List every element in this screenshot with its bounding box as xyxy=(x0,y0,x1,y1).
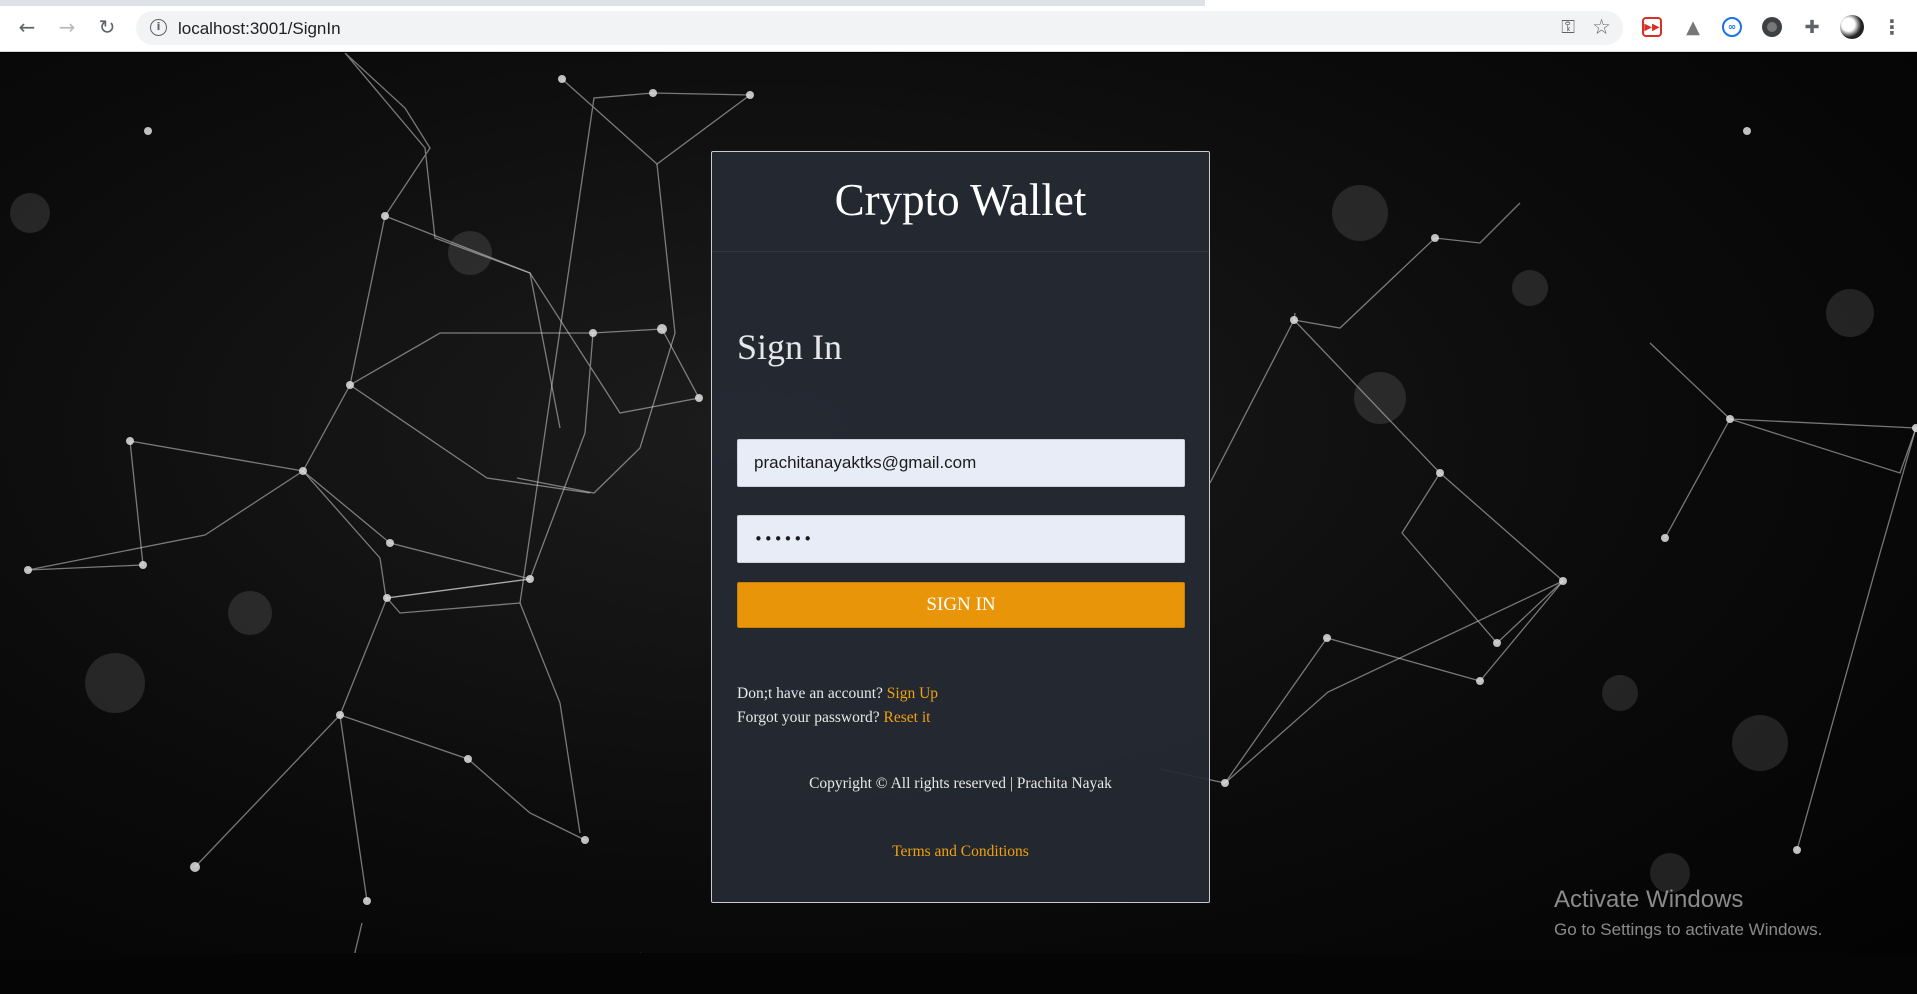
app-title: Crypto Wallet xyxy=(834,175,1087,225)
back-icon[interactable]: ← xyxy=(12,12,42,42)
windows-activation-watermark: Activate Windows Go to Settings to activ… xyxy=(1554,886,1822,940)
signup-prompt: Don;t have an account? Sign Up xyxy=(737,685,938,703)
signup-link[interactable]: Sign Up xyxy=(887,685,938,702)
profile-avatar[interactable] xyxy=(1840,15,1864,39)
watermark-title: Activate Windows xyxy=(1554,886,1744,913)
loop-extension-icon[interactable]: ∞ xyxy=(1722,17,1742,37)
site-info-icon[interactable]: i xyxy=(150,19,167,36)
active-tab-indicator xyxy=(1205,0,1917,6)
reload-icon[interactable]: ↻ xyxy=(92,12,122,42)
url-text[interactable]: localhost:3001/SignIn xyxy=(178,19,341,39)
browser-toolbar: ← → ↻ i localhost:3001/SignIn ⚿ ☆ ▶▶ ▲ ∞… xyxy=(0,0,1917,52)
address-bar[interactable]: i localhost:3001/SignIn ⚿ ☆ xyxy=(136,11,1623,45)
password-field[interactable] xyxy=(737,515,1185,563)
signin-card: Crypto Wallet Sign In SIGN IN Don;t have… xyxy=(711,151,1210,903)
card-header: Crypto Wallet xyxy=(712,152,1209,252)
forward-icon[interactable]: → xyxy=(52,12,82,42)
form-title: Sign In xyxy=(737,327,843,367)
forgot-password-text: Forgot your password? xyxy=(737,709,880,726)
signin-button[interactable]: SIGN IN xyxy=(737,582,1185,628)
copyright-text: Copyright © All rights reserved | Prachi… xyxy=(809,775,1112,792)
bottom-strip xyxy=(0,953,1917,994)
kebab-menu-icon[interactable]: ⋮ xyxy=(1882,15,1902,39)
puzzle-icon[interactable]: ✚ xyxy=(1802,17,1822,38)
red-extension-icon[interactable]: ▶▶ xyxy=(1642,17,1662,37)
key-icon[interactable]: ⚿ xyxy=(1561,17,1575,38)
page-background: Crypto Wallet Sign In SIGN IN Don;t have… xyxy=(0,53,1917,994)
reset-link[interactable]: Reset it xyxy=(884,709,931,726)
terms-link[interactable]: Terms and Conditions xyxy=(712,843,1209,861)
drive-icon[interactable]: ▲ xyxy=(1683,17,1703,38)
dark-extension-icon[interactable] xyxy=(1762,17,1782,37)
bookmark-star-icon[interactable]: ☆ xyxy=(1592,15,1611,39)
no-account-text: Don;t have an account? xyxy=(737,685,883,702)
reset-prompt: Forgot your password? Reset it xyxy=(737,709,930,727)
email-field[interactable] xyxy=(737,439,1185,487)
watermark-subtitle: Go to Settings to activate Windows. xyxy=(1554,920,1823,939)
tab-strip xyxy=(0,0,1917,6)
